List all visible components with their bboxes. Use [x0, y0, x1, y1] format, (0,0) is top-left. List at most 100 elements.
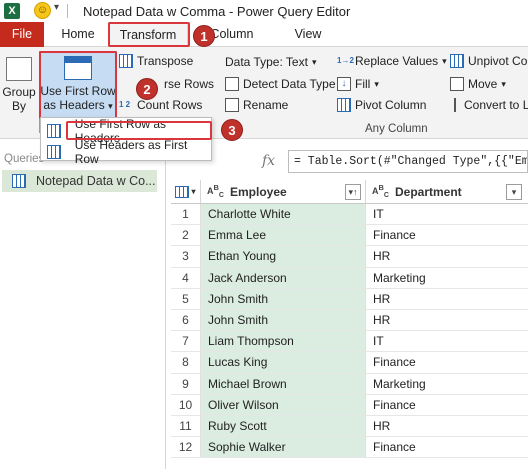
row-number: 6	[171, 309, 201, 331]
row-number: 3	[171, 246, 201, 267]
move-button[interactable]: Move ▾	[450, 77, 506, 91]
table-row[interactable]: 9 Michael Brown Marketing	[171, 373, 528, 395]
table-menu-icon[interactable]: ▾	[171, 180, 201, 204]
replace-values-button[interactable]: 1→2 Replace Values ▾	[337, 54, 447, 68]
convert-to-list-button[interactable]: Convert to L	[454, 98, 528, 112]
cell-department[interactable]: HR	[366, 310, 528, 330]
cell-department[interactable]: Finance	[366, 437, 528, 457]
table-row[interactable]: 12 Sophie Walker Finance	[171, 437, 528, 459]
reverse-rows-button[interactable]: rse Rows	[164, 77, 214, 91]
formula-input[interactable]: = Table.Sort(#"Changed Type",{{"Emp	[288, 150, 528, 173]
column-header-label: Employee	[229, 184, 287, 199]
text-type-icon[interactable]: ABC	[207, 183, 224, 200]
chevron-down-icon: ▾	[311, 56, 317, 67]
column-header-label: Department	[394, 184, 462, 199]
menu-item-use-headers-as-first-row[interactable]: Use Headers as First Row	[41, 138, 211, 166]
cell-employee[interactable]: Liam Thompson	[201, 331, 366, 352]
group-by-icon	[6, 57, 32, 81]
fill-button[interactable]: ↓ Fill ▾	[337, 77, 379, 91]
tab-file[interactable]: File	[0, 22, 44, 47]
table-icon	[47, 123, 61, 138]
chevron-down-icon: ▾	[374, 78, 379, 89]
data-grid: ▾ ABC Employee ▾↑ ABC Department ▾ 1 Char…	[171, 180, 528, 469]
transpose-label: Transpose	[137, 54, 194, 68]
queries-pane: Queries Notepad Data w Co...	[0, 139, 166, 469]
count-rows-icon: 1 2	[119, 100, 131, 109]
cell-department[interactable]: IT	[366, 331, 528, 351]
count-rows-button[interactable]: 1 2 Count Rows	[119, 98, 202, 112]
query-item[interactable]: Notepad Data w Co...	[2, 170, 157, 192]
move-label: Move	[468, 77, 498, 91]
row-number: 10	[171, 394, 201, 415]
row-number: 11	[171, 415, 201, 437]
pivot-column-button[interactable]: Pivot Column	[337, 98, 426, 112]
smiley-icon[interactable]: ☺	[34, 2, 51, 19]
cell-employee[interactable]: John Smith	[201, 288, 366, 309]
transpose-button[interactable]: Transpose	[119, 54, 193, 68]
cell-department[interactable]: IT	[366, 204, 528, 224]
quick-access-dropdown-icon[interactable]: ▾	[54, 2, 59, 13]
row-number: 1	[171, 204, 201, 225]
table-row[interactable]: 5 John Smith HR	[171, 288, 528, 310]
queries-label: Queries	[4, 153, 45, 165]
group-by-button[interactable]: Group By	[2, 51, 36, 133]
menu-item-label: Use Headers as First Row	[74, 137, 188, 166]
row-number: 5	[171, 288, 201, 309]
table-row[interactable]: 8 Lucas King Finance	[171, 352, 528, 374]
title-bar: X ☺ ▾ Notepad Data w Comma - Power Query…	[0, 0, 528, 22]
tab-view[interactable]: View	[288, 22, 328, 47]
pivot-icon	[337, 98, 351, 112]
table-row[interactable]: 3 Ethan Young HR	[171, 246, 528, 268]
detect-data-type-icon	[225, 77, 239, 91]
fx-icon[interactable]: fx	[262, 153, 275, 169]
cell-department[interactable]: Finance	[366, 225, 528, 245]
cell-department[interactable]: Finance	[366, 352, 528, 372]
cell-employee[interactable]: Michael Brown	[201, 373, 366, 394]
cell-department[interactable]: HR	[366, 416, 528, 436]
unpivot-columns-button[interactable]: Unpivot Col	[450, 54, 528, 68]
cell-employee[interactable]: John Smith	[201, 309, 366, 331]
cell-employee[interactable]: Jack Anderson	[201, 267, 366, 288]
replace-values-label: Replace Values	[355, 54, 439, 68]
column-header-department[interactable]: ABC Department ▾	[366, 180, 528, 204]
cell-department[interactable]: HR	[366, 289, 528, 309]
table-row[interactable]: 10 Oliver Wilson Finance	[171, 394, 528, 416]
data-type-dropdown[interactable]: Data Type: Text ▾	[225, 55, 316, 69]
cell-employee[interactable]: Ruby Scott	[201, 415, 366, 437]
text-type-icon[interactable]: ABC	[372, 183, 389, 200]
rename-label: Rename	[243, 98, 289, 112]
chevron-down-icon: ▾	[501, 78, 506, 89]
cell-department[interactable]: Marketing	[366, 268, 528, 288]
filter-button[interactable]: ▾	[506, 184, 522, 200]
table-row[interactable]: 11 Ruby Scott HR	[171, 415, 528, 438]
cell-department[interactable]: HR	[366, 246, 528, 266]
any-column-group-label: Any Column	[365, 123, 428, 135]
column-header-employee[interactable]: ABC Employee ▾↑	[201, 180, 366, 204]
sort-filter-button[interactable]: ▾↑	[345, 184, 361, 200]
rename-icon	[225, 98, 239, 112]
cell-employee[interactable]: Sophie Walker	[201, 437, 366, 458]
row-number: 4	[171, 267, 201, 288]
detect-data-type-button[interactable]: Detect Data Type	[225, 77, 336, 91]
fill-down-icon: ↓	[337, 77, 351, 91]
cell-employee[interactable]: Charlotte White	[201, 204, 366, 225]
cell-employee[interactable]: Emma Lee	[201, 225, 366, 246]
table-row[interactable]: 2 Emma Lee Finance	[171, 225, 528, 247]
table-row[interactable]: 4 Jack Anderson Marketing	[171, 267, 528, 289]
cell-employee[interactable]: Lucas King	[201, 352, 366, 373]
table-row[interactable]: 6 John Smith HR	[171, 309, 528, 332]
table-row[interactable]: 7 Liam Thompson IT	[171, 331, 528, 353]
tab-home[interactable]: Home	[58, 22, 98, 47]
cell-department[interactable]: Marketing	[366, 374, 528, 394]
cell-employee[interactable]: Oliver Wilson	[201, 394, 366, 415]
table-row[interactable]: 1 Charlotte White IT	[171, 204, 528, 226]
row-number: 8	[171, 352, 201, 373]
rename-button[interactable]: Rename	[225, 98, 288, 112]
formula-bar: fx = Table.Sort(#"Changed Type",{{"Emp	[166, 139, 528, 181]
cell-employee[interactable]: Ethan Young	[201, 246, 366, 267]
replace-values-icon: 1→2	[337, 56, 354, 65]
table-icon	[12, 174, 26, 188]
excel-icon[interactable]: X	[4, 3, 20, 19]
group-by-label-2: By	[11, 99, 26, 113]
cell-department[interactable]: Finance	[366, 395, 528, 415]
